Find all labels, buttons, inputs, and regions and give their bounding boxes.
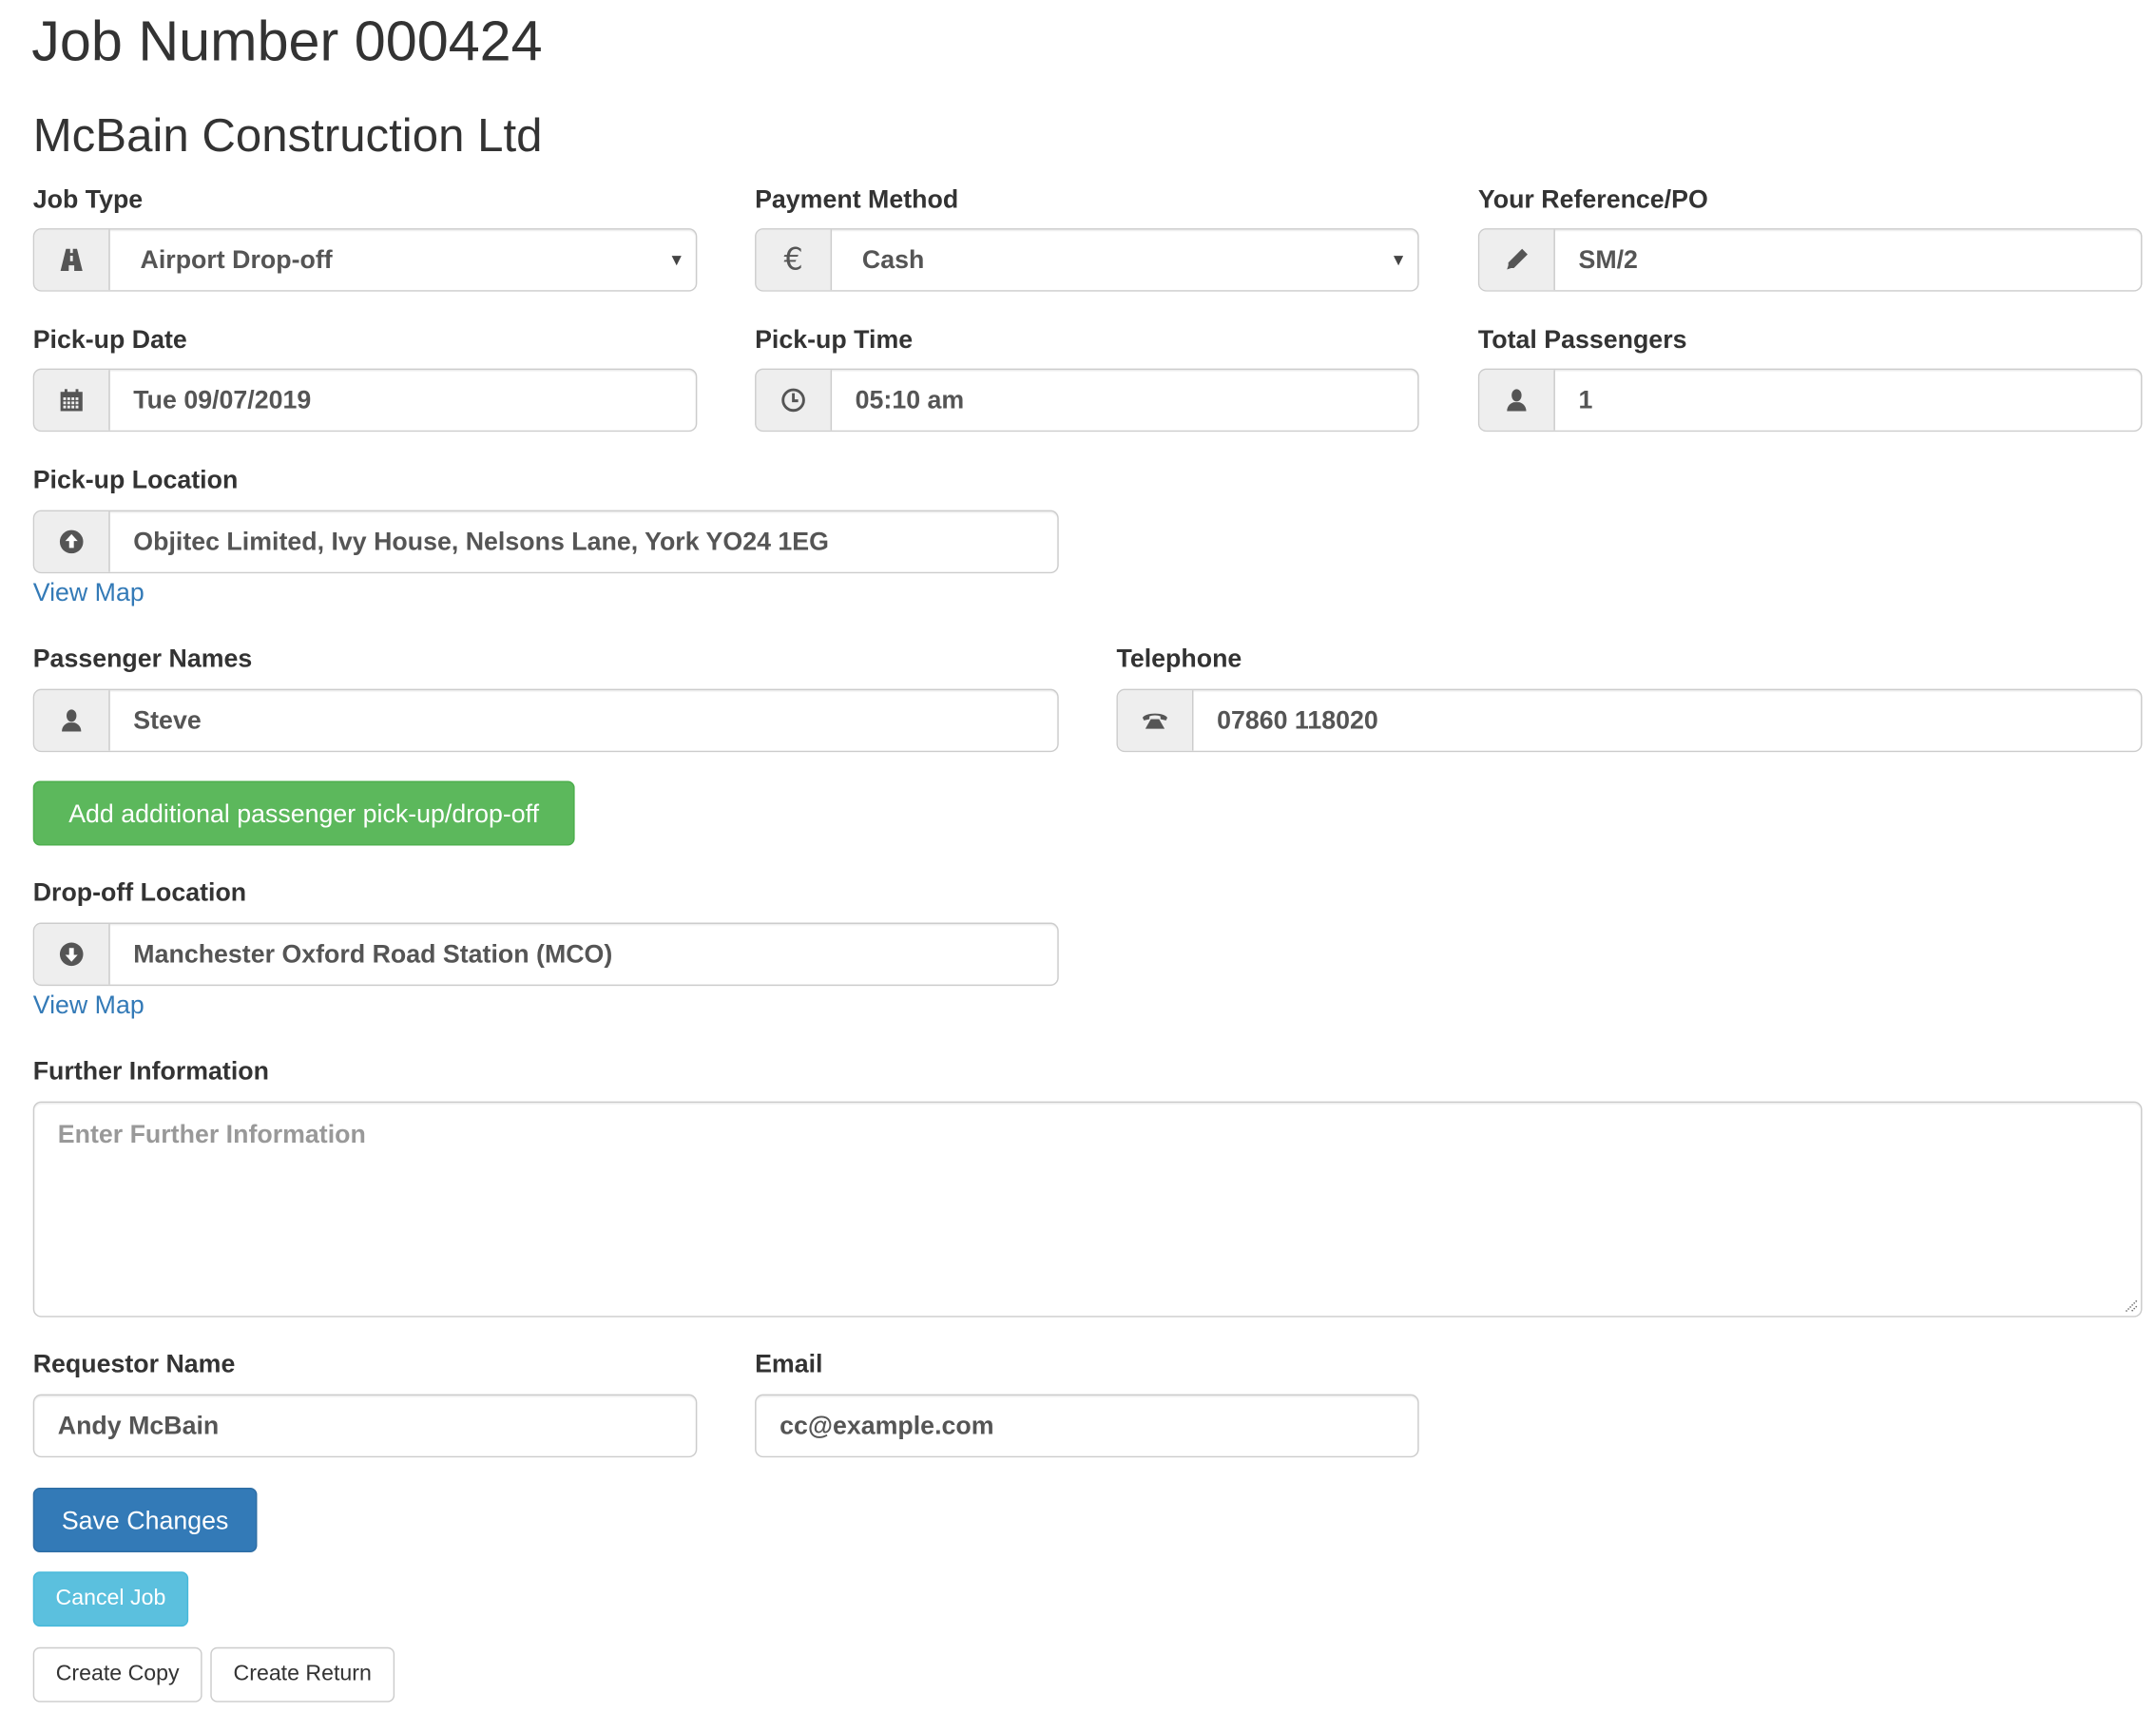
create-return-button[interactable]: Create Return [210,1646,395,1703]
telephone-value[interactable]: 07860 118020 [1193,690,2141,751]
dropoff-location-value[interactable]: Manchester Oxford Road Station (MCO) [110,924,1058,985]
further-info-label: Further Information [32,1055,269,1086]
requestor-name-input[interactable]: Andy McBain [32,1394,698,1458]
job-type-label: Job Type [32,183,144,214]
total-passengers-value[interactable]: 1 [1555,370,2141,431]
pickup-location-input[interactable]: Objitec Limited, Ivy House, Nelsons Lane… [32,510,1059,574]
circle-arrow-up-icon [34,511,110,572]
email-label: Email [755,1348,823,1378]
payment-method-select[interactable]: € Cash ▼ [755,228,1419,292]
job-edit-page: Job Number 000424 McBain Construction Lt… [0,0,2156,1713]
clock-icon [756,370,833,431]
email-input[interactable]: cc@example.com [755,1394,1419,1458]
dropoff-location-input[interactable]: Manchester Oxford Road Station (MCO) [32,922,1059,987]
pencil-icon [1479,229,1555,291]
user-icon [34,690,110,751]
pickup-time-input[interactable]: 05:10 am [755,368,1419,433]
further-info-placeholder: Enter Further Information [57,1119,366,1148]
page-title: Job Number 000424 [31,10,543,73]
circle-arrow-down-icon [34,923,110,985]
job-type-select[interactable]: Airport Drop-off ▼ [32,228,698,292]
add-passenger-button[interactable]: Add additional passenger pick-up/drop-of… [32,780,575,846]
save-changes-button[interactable]: Save Changes [32,1488,258,1552]
further-info-textarea[interactable]: Enter Further Information [32,1101,2143,1318]
pickup-location-label: Pick-up Location [32,464,239,494]
pickup-time-value[interactable]: 05:10 am [832,370,1417,431]
phone-icon [1117,690,1194,751]
reference-input[interactable]: SM/2 [1477,228,2143,292]
calendar-icon [34,370,110,431]
passenger-names-label: Passenger Names [32,643,253,673]
payment-method-value: Cash [861,244,925,274]
resize-handle-icon[interactable] [2125,1299,2138,1313]
create-copy-button[interactable]: Create Copy [32,1646,202,1703]
road-icon [34,229,110,291]
pickup-date-input[interactable]: Tue 09/07/2019 [32,368,698,433]
pickup-date-label: Pick-up Date [32,324,187,354]
reference-label: Your Reference/PO [1477,183,1708,214]
dropoff-view-map-link[interactable]: View Map [33,990,144,1020]
passenger-names-value[interactable]: Steve [110,690,1058,751]
euro-icon: € [756,229,833,291]
chevron-down-icon[interactable]: ▼ [1390,250,1406,269]
telephone-input[interactable]: 07860 118020 [1116,688,2143,753]
pickup-date-value[interactable]: Tue 09/07/2019 [110,370,696,431]
passenger-names-input[interactable]: Steve [32,688,1059,753]
cancel-job-button[interactable]: Cancel Job [32,1571,189,1627]
telephone-label: Telephone [1116,643,1242,673]
requestor-name-label: Requestor Name [32,1348,236,1378]
pickup-view-map-link[interactable]: View Map [33,577,144,607]
total-passengers-label: Total Passengers [1477,324,1687,354]
total-passengers-input[interactable]: 1 [1477,368,2143,433]
payment-method-label: Payment Method [755,183,959,214]
user-icon [1479,370,1555,431]
pickup-time-label: Pick-up Time [755,324,914,354]
reference-value[interactable]: SM/2 [1555,230,2141,291]
dropoff-location-label: Drop-off Location [32,876,247,907]
company-name: McBain Construction Ltd [32,109,543,163]
chevron-down-icon[interactable]: ▼ [668,250,684,269]
job-type-value: Airport Drop-off [140,244,333,274]
pickup-location-value[interactable]: Objitec Limited, Ivy House, Nelsons Lane… [110,511,1058,572]
